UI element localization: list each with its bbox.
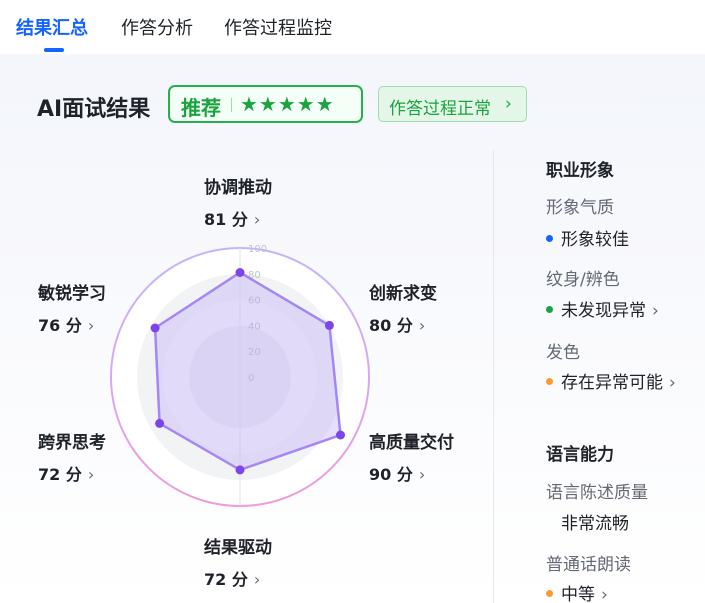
dimension-score-link[interactable]: 72 分 ›: [204, 566, 272, 590]
language-ability-heading: 语言能力: [546, 445, 614, 465]
status-dot-icon: [546, 234, 553, 242]
dimension-result-driven: 结果驱动 72 分 ›: [204, 533, 272, 590]
tab-answer-analysis[interactable]: 作答分析: [121, 14, 193, 40]
tab-result-summary[interactable]: 结果汇总: [16, 14, 88, 40]
dimension-name: 高质量交付: [369, 433, 454, 453]
status-dot-icon: [546, 377, 553, 385]
chevron-right-icon: ›: [418, 465, 426, 484]
dimension-score-link[interactable]: 76 分 ›: [38, 312, 106, 336]
tab-process-monitoring[interactable]: 作答过程监控: [224, 14, 332, 40]
chevron-right-icon: ›: [418, 316, 426, 335]
temperament-value: 形象较佳: [546, 225, 629, 250]
dimension-score-link[interactable]: 72 分 ›: [38, 461, 106, 485]
process-status-label: 作答过程正常: [389, 99, 491, 119]
dimension-coordination: 协调推动 81 分 ›: [204, 173, 272, 230]
speech-quality-label: 语言陈述质量: [546, 483, 648, 503]
dimension-score: 72 分: [204, 570, 248, 589]
tattoo-value-link[interactable]: 未发现异常 ›: [546, 296, 659, 321]
chevron-right-icon: ›: [669, 373, 676, 393]
active-tab-indicator: [44, 48, 64, 52]
dimension-sharp-learning: 敏锐学习 76 分 ›: [38, 279, 106, 336]
dimension-score: 72 分: [38, 465, 82, 484]
badge-divider: [231, 98, 232, 112]
dimension-score: 90 分: [369, 465, 413, 484]
dimension-score: 81 分: [204, 210, 248, 229]
mandarin-reading-value-link[interactable]: 中等 ›: [546, 580, 608, 603]
status-dot-icon: [546, 589, 553, 597]
tattoo-label: 纹身/辨色: [546, 270, 620, 290]
dimension-score-link[interactable]: 81 分 ›: [204, 206, 272, 230]
dimension-name: 跨界思考: [38, 433, 106, 453]
status-dot-icon: [546, 305, 553, 313]
chevron-right-icon: ›: [87, 465, 95, 484]
dimension-score: 80 分: [369, 316, 413, 335]
professional-image-heading: 职业形象: [546, 161, 614, 181]
mandarin-reading-value-text: 中等: [561, 585, 595, 603]
dimension-score-link[interactable]: 90 分 ›: [369, 461, 454, 485]
vertical-divider: [493, 150, 494, 603]
recommendation-label: 推荐: [181, 96, 221, 120]
chevron-right-icon: ›: [253, 570, 261, 589]
temperament-value-text: 形象较佳: [561, 230, 629, 250]
chevron-right-icon: ›: [87, 316, 95, 335]
dimension-quality-delivery: 高质量交付 90 分 ›: [369, 428, 454, 485]
dimension-score: 76 分: [38, 316, 82, 335]
chevron-right-icon: ›: [601, 585, 608, 603]
tab-bar: 结果汇总 作答分析 作答过程监控: [0, 0, 705, 54]
dimension-innovation: 创新求变 80 分 ›: [369, 279, 437, 336]
temperament-label: 形象气质: [546, 198, 614, 218]
mandarin-reading-label: 普通话朗读: [546, 555, 631, 575]
hair-color-value-link[interactable]: 存在异常可能 ›: [546, 368, 676, 393]
dimension-score-link[interactable]: 80 分 ›: [369, 312, 437, 336]
hair-color-value-text: 存在异常可能: [561, 373, 663, 393]
recommendation-badge: 推荐 ★★★★★: [168, 85, 363, 123]
hair-color-label: 发色: [546, 343, 580, 363]
dimension-name: 结果驱动: [204, 538, 272, 558]
dimension-cross-boundary: 跨界思考 72 分 ›: [38, 428, 106, 485]
tattoo-value-text: 未发现异常: [561, 301, 646, 321]
rating-stars: ★★★★★: [240, 92, 335, 116]
process-status-button[interactable]: 作答过程正常 ›: [378, 86, 527, 122]
speech-quality-value: 非常流畅: [561, 514, 629, 534]
chevron-right-icon: ›: [652, 301, 659, 321]
chevron-right-icon: ›: [505, 94, 512, 114]
page-title: AI面试结果: [37, 97, 151, 122]
dimension-name: 协调推动: [204, 178, 272, 198]
dimension-name: 敏锐学习: [38, 284, 106, 304]
chevron-right-icon: ›: [253, 210, 261, 229]
dimension-name: 创新求变: [369, 284, 437, 304]
